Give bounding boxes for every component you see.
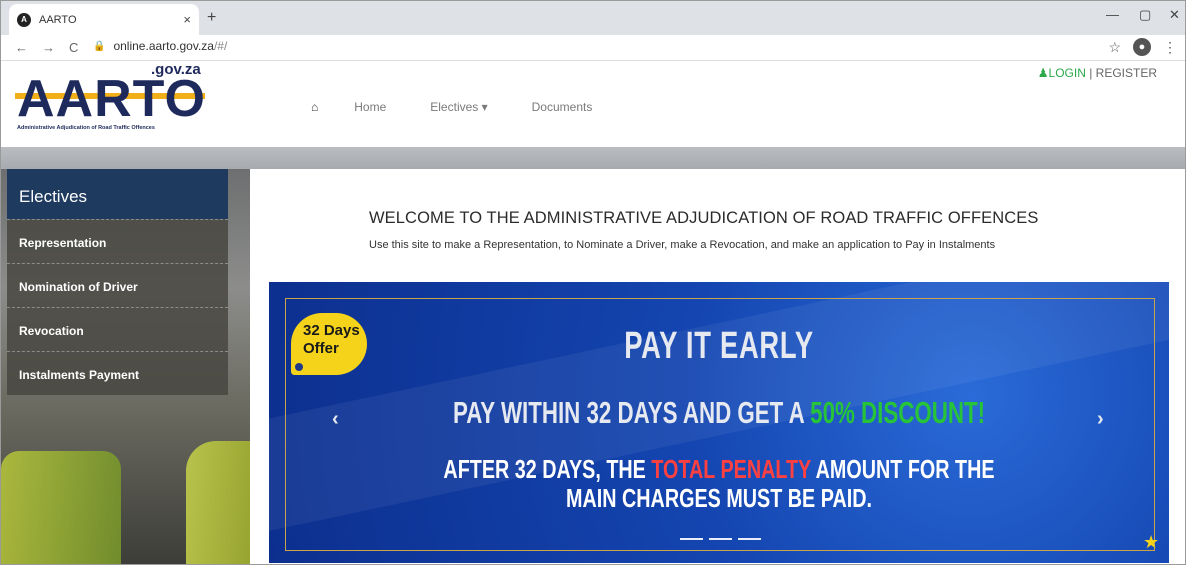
sidebar-title: Electives	[7, 169, 228, 219]
nav-home[interactable]: Home	[354, 100, 386, 114]
promo-carousel[interactable]: 32 Days Offer PAY IT EARLY PAY WITHIN 32 …	[269, 282, 1169, 563]
offer-badge: 32 Days Offer	[291, 313, 367, 375]
lock-icon: 🔒	[93, 40, 106, 52]
carousel-next-icon[interactable]: ›	[1097, 408, 1104, 431]
page-title: WELCOME TO THE ADMINISTRATIVE ADJUDICATI…	[369, 209, 1039, 227]
browser-window: A AARTO × + — ▢ ✕ ← → C 🔒 online.aarto.g…	[0, 0, 1186, 565]
carousel-penalty-line: AFTER 32 DAYS, THE TOTAL PENALTY AMOUNT …	[377, 455, 1061, 513]
url-field[interactable]: 🔒 online.aarto.gov.za /#/	[93, 39, 227, 53]
penalty-text-c: AMOUNT FOR THE	[810, 454, 995, 484]
menu-kebab-icon[interactable]: ⋮	[1163, 39, 1177, 56]
home-icon[interactable]: ⌂	[311, 100, 318, 114]
favicon-icon: A	[17, 12, 31, 27]
officer-figure-left	[1, 451, 121, 564]
sidebar-item-instalments[interactable]: Instalments Payment	[7, 351, 228, 395]
logo-subtitle: Administrative Adjudication of Road Traf…	[17, 125, 155, 131]
nav-electives[interactable]: Electives ▾	[430, 100, 487, 114]
carousel-prev-icon[interactable]: ‹	[332, 408, 339, 431]
new-tab-button[interactable]: +	[207, 9, 216, 27]
maximize-icon[interactable]: ▢	[1139, 7, 1151, 23]
carousel-indicator[interactable]	[709, 538, 732, 540]
star-icon: ★	[1143, 532, 1160, 552]
carousel-indicator[interactable]	[680, 538, 703, 540]
browser-tab[interactable]: A AARTO ×	[9, 4, 199, 35]
minimize-icon[interactable]: —	[1106, 7, 1119, 22]
electives-sidebar: Electives Representation Nomination of D…	[7, 169, 228, 395]
address-bar: ← → C 🔒 online.aarto.gov.za /#/ ☆ ● ⋮	[1, 35, 1185, 61]
profile-avatar-icon[interactable]: ●	[1133, 38, 1151, 56]
user-icon: ♟	[1037, 66, 1049, 80]
aarto-logo[interactable]: .gov.za AARTO Administrative Adjudicatio…	[15, 61, 215, 133]
penalty-highlight: TOTAL PENALTY	[651, 454, 811, 484]
main-content: WELCOME TO THE ADMINISTRATIVE ADJUDICATI…	[250, 169, 1185, 564]
url-host: online.aarto.gov.za	[113, 39, 214, 53]
url-path: /#/	[213, 39, 228, 53]
carousel-indicator[interactable]	[738, 538, 761, 540]
main-nav: ⌂ Home Electives ▾ Documents	[311, 100, 636, 114]
login-link[interactable]: LOGIN	[1049, 66, 1086, 80]
auth-links: ♟LOGIN | REGISTER	[1038, 66, 1157, 80]
logo-text: AARTO	[17, 70, 206, 128]
nav-documents[interactable]: Documents	[532, 100, 593, 114]
badge-dot	[295, 363, 303, 371]
sidebar-item-nomination[interactable]: Nomination of Driver	[7, 263, 228, 307]
page-subtitle: Use this site to make a Representation, …	[369, 239, 996, 251]
carousel-headline: PAY IT EARLY	[624, 325, 814, 367]
auth-separator: |	[1085, 66, 1096, 80]
back-icon[interactable]: ←	[15, 40, 28, 55]
forward-icon[interactable]: →	[42, 40, 55, 55]
badge-line1: 32 Days	[303, 322, 360, 339]
penalty-text-a: AFTER 32 DAYS, THE	[443, 454, 652, 484]
discount-text: PAY WITHIN 32 DAYS AND GET A	[452, 395, 811, 430]
officer-figure-right	[186, 441, 251, 564]
close-window-icon[interactable]: ✕	[1169, 7, 1180, 23]
discount-highlight: 50% DISCOUNT!	[810, 395, 986, 430]
register-link[interactable]: REGISTER	[1096, 66, 1157, 80]
tab-strip: A AARTO × + — ▢ ✕	[1, 1, 1185, 35]
sidebar-item-representation[interactable]: Representation	[7, 219, 228, 263]
carousel-indicators	[680, 538, 761, 540]
tab-title: AARTO	[39, 13, 77, 26]
reload-icon[interactable]: C	[69, 40, 78, 55]
sidebar-item-revocation[interactable]: Revocation	[7, 307, 228, 351]
bookmark-star-icon[interactable]: ☆	[1108, 39, 1121, 56]
header-band	[1, 147, 1185, 169]
badge-line2: Offer	[303, 340, 339, 357]
carousel-discount-line: PAY WITHIN 32 DAYS AND GET A 50% DISCOUN…	[395, 395, 1043, 431]
penalty-text-d: MAIN CHARGES MUST BE PAID.	[566, 483, 872, 513]
tab-close-icon[interactable]: ×	[183, 12, 191, 27]
